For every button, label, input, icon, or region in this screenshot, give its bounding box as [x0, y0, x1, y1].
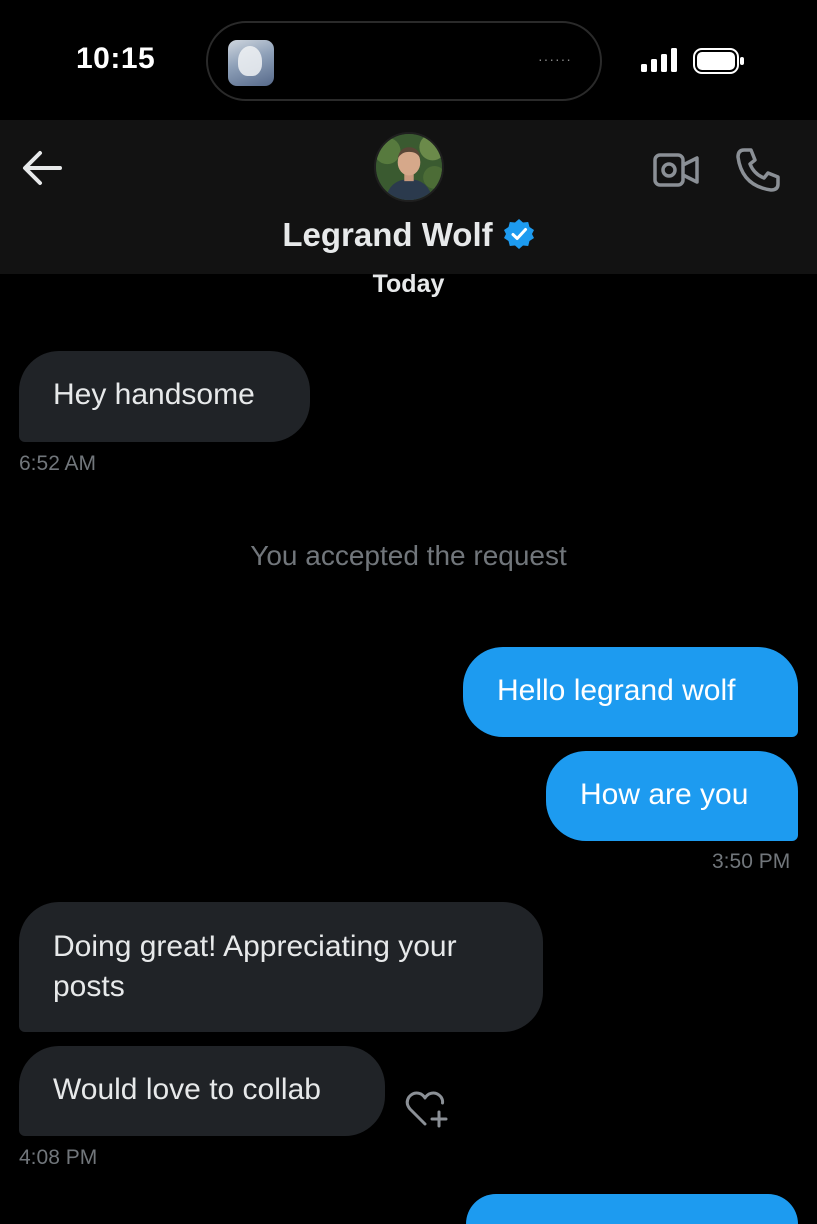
- back-arrow-icon[interactable]: [20, 148, 66, 188]
- verified-badge-icon: [503, 219, 534, 249]
- message-bubble-sent-partial[interactable]: [466, 1194, 798, 1224]
- system-message: You accepted the request: [250, 540, 567, 571]
- conversation-header: Legrand Wolf: [0, 120, 817, 274]
- message-timestamp: 3:50 PM: [712, 850, 791, 873]
- message-bubble-sent[interactable]: How are you: [546, 751, 798, 841]
- message-timestamp: 6:52 AM: [19, 452, 97, 475]
- battery-icon: [693, 48, 744, 74]
- date-divider: Today: [372, 270, 445, 298]
- message-bubble-received[interactable]: Hey handsome: [19, 351, 310, 442]
- message-bubble-sent[interactable]: Hello legrand wolf: [463, 647, 798, 737]
- phone-icon[interactable]: [734, 146, 782, 194]
- message-timestamp: 4:08 PM: [19, 1146, 98, 1169]
- contact-name-row[interactable]: Legrand Wolf: [0, 216, 817, 254]
- island-activity-dots: ······: [538, 51, 572, 67]
- message-bubble-received[interactable]: Would love to collab: [19, 1046, 385, 1136]
- status-clock: 10:15: [76, 42, 156, 75]
- signal-icon: [641, 48, 677, 72]
- now-playing-thumbnail: [228, 40, 274, 86]
- contact-avatar[interactable]: [374, 132, 444, 202]
- message-bubble-received[interactable]: Doing great! Appreciating your posts: [19, 902, 543, 1032]
- video-call-icon[interactable]: [652, 150, 700, 190]
- contact-name: Legrand Wolf: [282, 216, 493, 253]
- dynamic-island[interactable]: ······: [206, 21, 602, 101]
- add-reaction-heart-icon[interactable]: [404, 1088, 450, 1130]
- status-bar: 10:15 ······: [0, 0, 817, 120]
